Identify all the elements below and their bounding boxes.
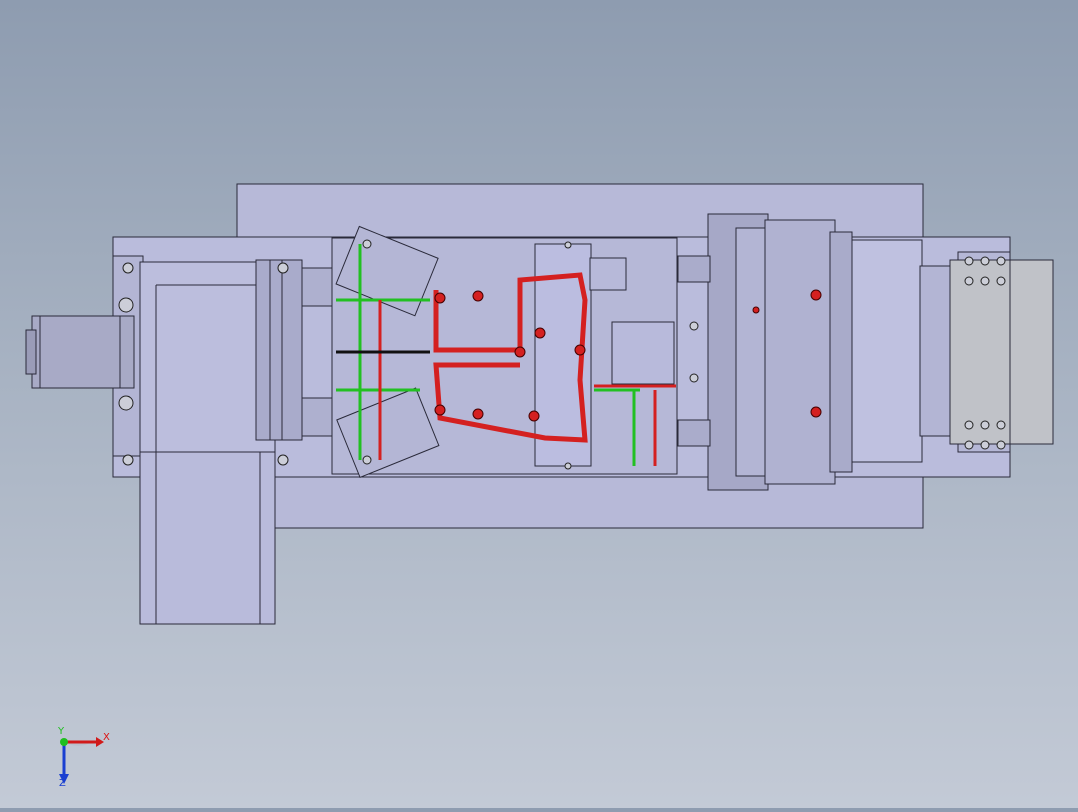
y-axis-label: Y <box>58 726 65 737</box>
motor-right <box>949 259 1054 445</box>
cad-viewport[interactable]: X Y Z <box>0 0 1078 808</box>
z-axis-label: Z <box>59 778 66 789</box>
gearbox-lower <box>139 451 276 625</box>
cad-model-view[interactable] <box>0 0 1078 808</box>
x-axis-label: X <box>103 732 110 743</box>
gearbox-upper <box>139 261 276 453</box>
motor-left <box>31 315 135 389</box>
cylinder-assy <box>764 219 836 485</box>
disk-flange <box>255 259 303 441</box>
clamp-right <box>611 321 675 385</box>
view-orientation-triad <box>59 737 104 784</box>
